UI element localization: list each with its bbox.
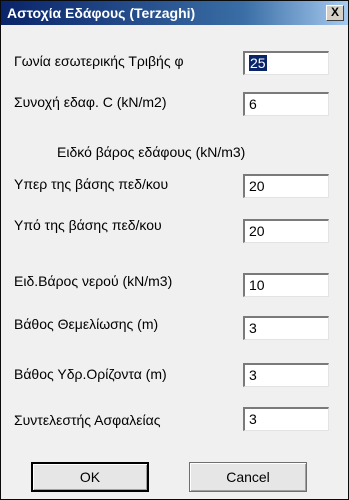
unit-weight-section-title: Ειδκό βάρος εδάφους (kN/m3) [57, 144, 246, 160]
foundation-depth-label: Βάθος Θεμελίωσης (m) [14, 316, 159, 332]
cohesion-label: Συνοχή εδαφ. C (kN/m2) [14, 94, 167, 110]
below-base-label: Υπό της βάσης πεδ/κου [14, 217, 162, 233]
ok-button[interactable]: OK [31, 462, 149, 492]
safety-factor-label: Συντελεστής Ασφαλείας [14, 412, 161, 428]
above-base-input[interactable]: 20 [243, 174, 329, 198]
friction-angle-input[interactable]: 25 [243, 51, 329, 75]
foundation-depth-input[interactable]: 3 [243, 316, 329, 340]
water-table-depth-input[interactable]: 3 [243, 363, 329, 387]
water-unit-weight-label: Ειδ.Βάρος νερού (kN/m3) [14, 273, 173, 289]
safety-factor-input[interactable]: 3 [243, 407, 329, 431]
title-bar[interactable]: Αστοχία Εδάφους (Terzaghi) X [1, 1, 348, 25]
friction-angle-label: Γωνία εσωτερικής Τριβής φ [14, 53, 184, 69]
water-table-depth-label: Βάθος Υδρ.Ορίζοντα (m) [14, 366, 167, 382]
close-button[interactable]: X [326, 5, 344, 21]
below-base-input[interactable]: 20 [243, 219, 329, 243]
dialog-title: Αστοχία Εδάφους (Terzaghi) [7, 5, 196, 21]
cohesion-input[interactable]: 6 [243, 92, 329, 116]
above-base-label: Υπερ της βάσης πεδ/κου [14, 176, 169, 192]
water-unit-weight-input[interactable]: 10 [243, 273, 329, 297]
cancel-button[interactable]: Cancel [189, 462, 307, 492]
friction-angle-value: 25 [249, 55, 267, 71]
dialog-window: Αστοχία Εδάφους (Terzaghi) X Γωνία εσωτε… [0, 0, 349, 500]
